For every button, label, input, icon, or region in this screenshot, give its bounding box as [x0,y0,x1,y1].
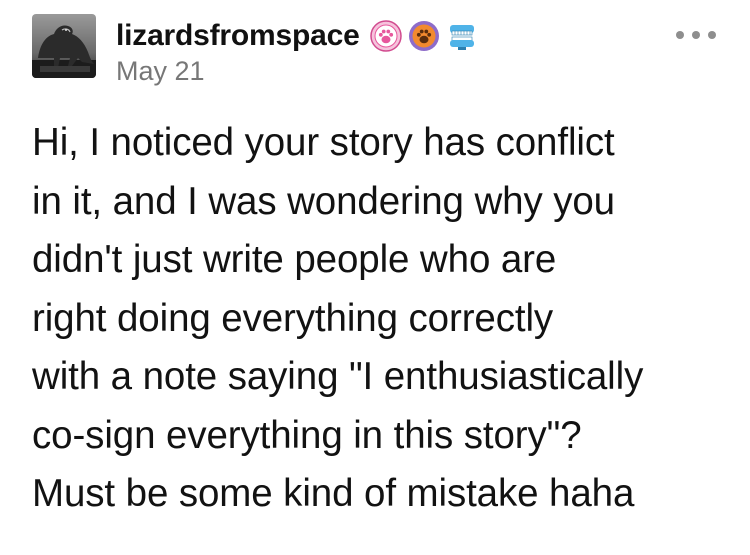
more-options-button[interactable] [676,28,716,42]
pink-paw-badge-icon[interactable] [369,20,402,52]
post-date[interactable]: May 21 [116,56,484,86]
post-header: lizardsfromspace May 21 [32,14,722,86]
post-text-line: didn't just write people who are [32,238,557,281]
post-text-line: with a note saying "I enthusiastically [32,355,644,398]
post-text-line: in it, and I was wondering why you [32,179,615,223]
post-body: Hi, I noticed your story has conflict in… [32,114,732,524]
ellipsis-icon [708,31,716,39]
chattering-teeth-badge-icon[interactable] [446,20,478,52]
post-text-line: Must be some kind of mistake haha [32,472,635,515]
post-text-line: right doing everything correctly [32,296,554,340]
post-text-line: Hi, I noticed your story has conflict [32,121,615,164]
dinosaur-avatar-icon [32,14,96,78]
post-card: lizardsfromspace May 21 Hi, I noticed yo… [0,0,750,555]
post-text-line: co-sign everything in this story"? [32,413,582,457]
avatar[interactable] [32,14,96,78]
blog-info: lizardsfromspace May 21 [116,16,484,86]
ellipsis-icon [676,31,684,39]
ellipsis-icon [692,31,700,39]
blog-name[interactable]: lizardsfromspace [116,19,360,53]
blog-name-row: lizardsfromspace [116,16,484,56]
orange-paw-badge-icon[interactable] [408,20,440,52]
